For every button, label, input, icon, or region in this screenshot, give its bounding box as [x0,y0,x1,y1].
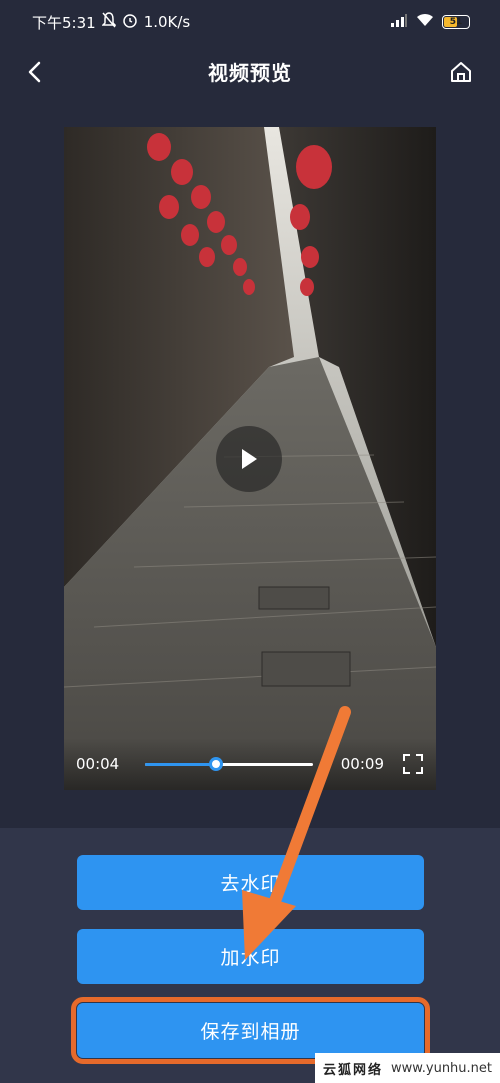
mute-icon [100,12,117,32]
video-player[interactable]: 00:04 00:09 [64,127,436,790]
total-time: 00:09 [340,755,384,773]
play-icon [242,449,257,469]
battery-icon: 51 [442,15,470,29]
add-watermark-button[interactable]: 加水印 [77,929,424,984]
save-to-album-button[interactable]: 保存到相册 [71,997,430,1064]
nav-bar: 视频预览 [0,44,500,98]
fullscreen-icon [403,754,423,774]
progress-fill [145,762,216,766]
watermark-brand: 云狐网络 [323,1062,384,1078]
status-time: 下午5:31 [32,13,96,32]
video-controls: 00:04 00:09 [64,738,436,790]
remove-watermark-button[interactable]: 去水印 [77,855,424,910]
battery-level: 51 [449,17,463,27]
status-right: 51 [390,13,470,31]
current-time: 00:04 [76,755,120,773]
page-title: 视频预览 [208,60,292,85]
play-button[interactable] [216,426,282,492]
alarm-icon [122,12,138,32]
fullscreen-button[interactable] [402,753,424,775]
wifi-icon [416,13,434,31]
watermark-url: www.yunhu.net [391,1060,492,1076]
chevron-left-icon [28,61,41,83]
status-bar: 下午5:31 1.0K/s 51 [0,0,500,44]
site-watermark: 云狐网络 www.yunhu.net [315,1053,500,1083]
progress-knob[interactable] [208,756,223,771]
home-icon [451,62,471,82]
home-button[interactable] [446,57,476,87]
status-left: 下午5:31 1.0K/s [32,12,190,33]
progress-slider[interactable] [145,756,313,771]
signal-icon [390,13,408,31]
network-speed: 1.0K/s [143,13,191,31]
back-button[interactable] [20,57,50,87]
